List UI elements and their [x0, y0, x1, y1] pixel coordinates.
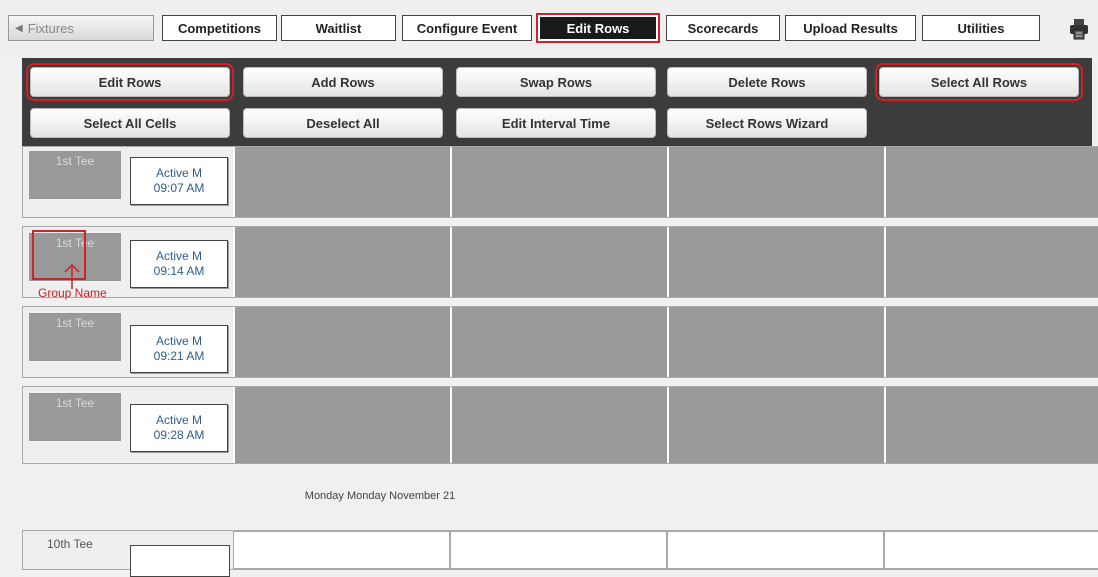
- add-rows-button[interactable]: Add Rows: [243, 67, 443, 97]
- row-status: Active M: [155, 166, 202, 180]
- group-name-cell[interactable]: 1st Tee: [29, 393, 121, 441]
- select-rows-wizard-button[interactable]: Select Rows Wizard: [667, 108, 867, 138]
- tab-competitions[interactable]: Competitions: [162, 15, 277, 41]
- player-cell[interactable]: [450, 531, 667, 569]
- tab-fixtures[interactable]: ◀ Fixtures: [8, 15, 154, 41]
- group-name-cell[interactable]: 10th Tee: [47, 537, 93, 551]
- tee-time-box[interactable]: Active M 09:07 AM: [130, 157, 228, 205]
- player-cell[interactable]: [667, 147, 884, 217]
- tab-configure-event[interactable]: Configure Event: [402, 15, 532, 41]
- player-cell[interactable]: [450, 387, 667, 463]
- swap-rows-button[interactable]: Swap Rows: [456, 67, 656, 97]
- player-cell[interactable]: [884, 227, 1098, 297]
- select-all-cells-button[interactable]: Select All Cells: [30, 108, 230, 138]
- group-name-cell[interactable]: 1st Tee: [29, 151, 121, 199]
- tab-utilities[interactable]: Utilities: [922, 15, 1040, 41]
- deselect-all-button[interactable]: Deselect All: [243, 108, 443, 138]
- row-time: 09:21 AM: [153, 349, 205, 363]
- edit-interval-time-button[interactable]: Edit Interval Time: [456, 108, 656, 138]
- back-arrow-icon: ◀: [15, 22, 23, 34]
- player-cell[interactable]: [884, 531, 1098, 569]
- row-time: 09:14 AM: [153, 264, 205, 278]
- player-cell[interactable]: [884, 387, 1098, 463]
- row-time: 09:28 AM: [153, 428, 205, 442]
- tee-time-box[interactable]: Active M 09:28 AM: [130, 404, 228, 452]
- player-cell[interactable]: [450, 227, 667, 297]
- tee-time-row[interactable]: 1st Tee Active M 09:21 AM: [22, 306, 1098, 378]
- player-cell[interactable]: [667, 387, 884, 463]
- player-cell[interactable]: [233, 147, 450, 217]
- tee-time-row[interactable]: 1st Tee Active M 09:28 AM: [22, 386, 1098, 464]
- tee-time-row[interactable]: 1st Tee Active M 09:14 AM: [22, 226, 1098, 298]
- tee-time-row[interactable]: 1st Tee Active M 09:07 AM: [22, 146, 1098, 218]
- player-cell[interactable]: [233, 387, 450, 463]
- player-cell[interactable]: [667, 531, 884, 569]
- tab-waitlist[interactable]: Waitlist: [281, 15, 396, 41]
- tab-upload-results[interactable]: Upload Results: [785, 15, 916, 41]
- player-cell[interactable]: [233, 531, 450, 569]
- player-cell[interactable]: [450, 307, 667, 377]
- date-separator: Monday Monday November 21: [304, 490, 456, 502]
- group-name-annotation: Group Name: [38, 286, 107, 300]
- print-icon[interactable]: [1068, 18, 1090, 40]
- edit-rows-action-panel: Edit Rows Add Rows Swap Rows Delete Rows…: [22, 58, 1092, 152]
- player-cell[interactable]: [884, 147, 1098, 217]
- tee-time-box[interactable]: Active M 09:14 AM: [130, 240, 228, 288]
- tab-fixtures-label: Fixtures: [27, 20, 74, 36]
- player-cell[interactable]: [667, 307, 884, 377]
- player-cell[interactable]: [233, 227, 450, 297]
- player-cell[interactable]: [884, 307, 1098, 377]
- player-cell[interactable]: [450, 147, 667, 217]
- tee-time-row[interactable]: 10th Tee: [22, 530, 1098, 577]
- row-status: Active M: [155, 413, 202, 427]
- group-name-cell[interactable]: 1st Tee: [29, 313, 121, 361]
- row-status: Active M: [155, 249, 202, 263]
- player-cell[interactable]: [667, 227, 884, 297]
- player-cell[interactable]: [233, 307, 450, 377]
- top-tab-bar: ◀ Fixtures Competitions Waitlist Configu…: [0, 0, 1098, 58]
- select-all-rows-button[interactable]: Select All Rows: [875, 63, 1083, 101]
- row-status: Active M: [155, 334, 202, 348]
- tee-time-box[interactable]: Active M 09:21 AM: [130, 325, 228, 373]
- delete-rows-button[interactable]: Delete Rows: [667, 67, 867, 97]
- row-time: 09:07 AM: [153, 181, 205, 195]
- tab-edit-rows[interactable]: Edit Rows: [536, 13, 660, 43]
- edit-rows-button[interactable]: Edit Rows: [26, 63, 234, 101]
- tab-scorecards[interactable]: Scorecards: [666, 15, 780, 41]
- tee-time-box[interactable]: [130, 545, 230, 577]
